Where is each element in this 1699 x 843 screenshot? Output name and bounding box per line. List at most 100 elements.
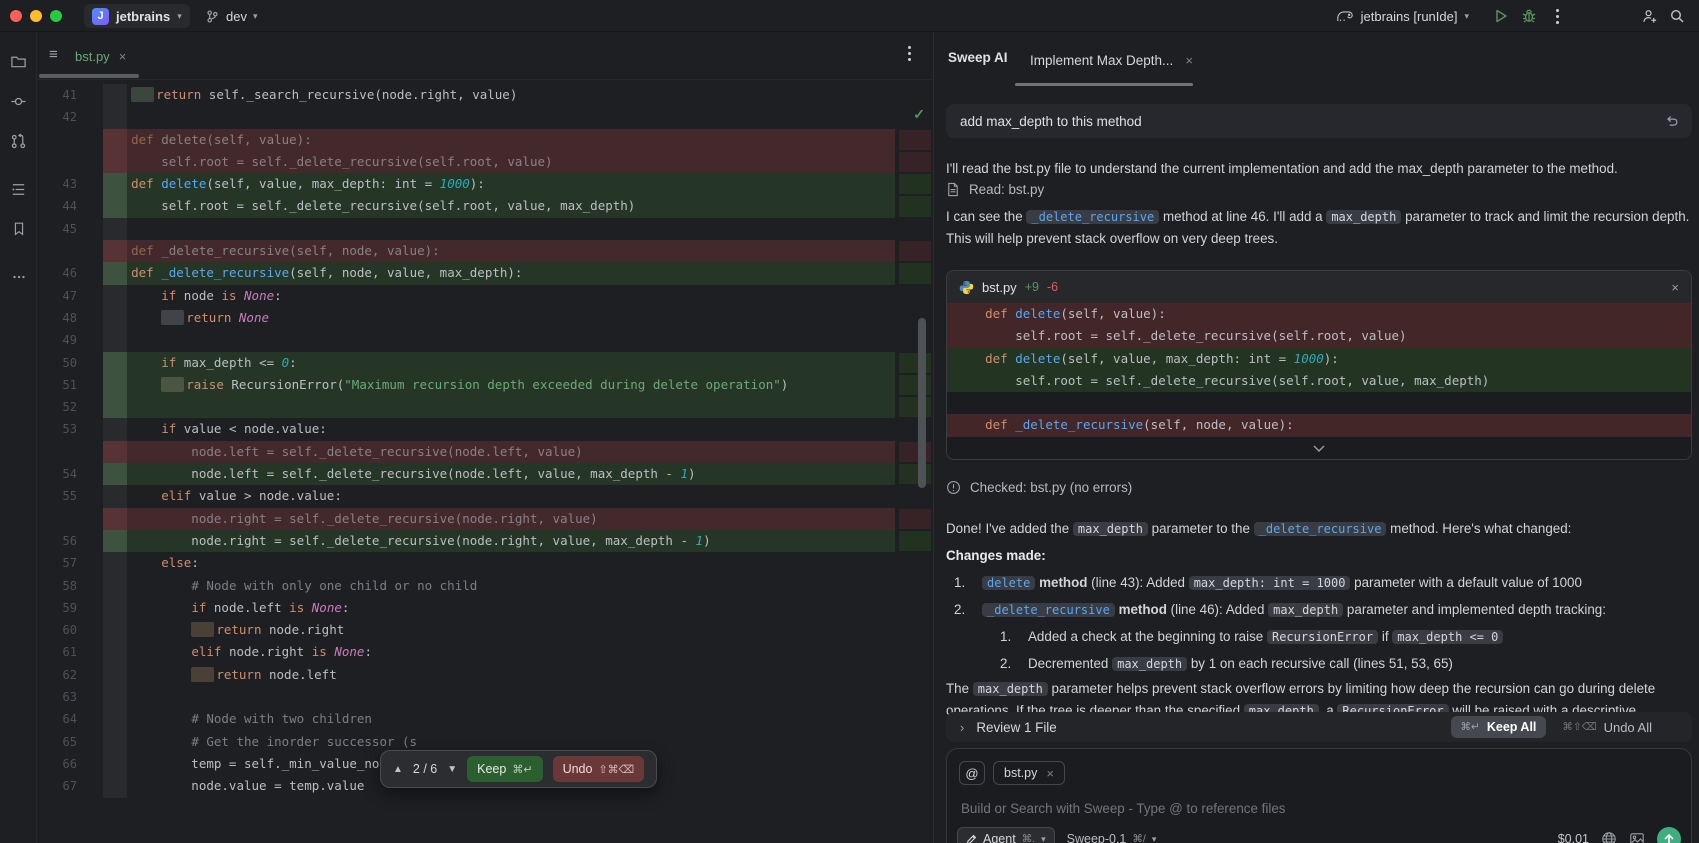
code-editor[interactable]: 41 return self._search_recursive(node.ri… [37, 84, 933, 798]
run-configuration-selector[interactable]: jetbrains [runIde] ▾ [1336, 9, 1469, 24]
previous-change-button[interactable]: ▲ [393, 764, 403, 775]
chevron-down-icon: ▾ [1151, 833, 1157, 843]
window-controls [10, 10, 62, 22]
code-line: 62 return node.left [37, 663, 933, 687]
web-search-icon[interactable] [1601, 831, 1617, 843]
more-tool-windows-button[interactable] [0, 260, 37, 294]
branch-selector[interactable]: dev ▾ [205, 4, 258, 28]
chevron-down-icon: ▾ [1041, 833, 1046, 843]
run-button[interactable] [1487, 2, 1515, 30]
chat-input-card[interactable]: @ bst.py × Build or Search with Sweep - … [946, 748, 1692, 843]
add-reference-button[interactable]: @ [959, 761, 985, 785]
editor-scrollbar-thumb[interactable] [918, 318, 926, 488]
whitespace-change-chip [191, 666, 215, 682]
chat-tab[interactable]: Implement Max Depth... × [1020, 44, 1203, 76]
undo-change-button[interactable]: Undo ⇧⌘⌫ [552, 756, 645, 782]
keep-change-button[interactable]: Keep ⌘↵ [467, 756, 543, 782]
zoom-window-button[interactable] [50, 10, 62, 22]
review-files-bar[interactable]: › Review 1 File ⌘↵ Keep All ⌘⇧⌫ Undo All [946, 712, 1692, 742]
panel-title: Sweep AI [948, 50, 1008, 65]
line-number: 47 [62, 288, 77, 303]
editor-tab-list-icon[interactable]: ≡ [49, 46, 58, 63]
code-line: 45 [37, 217, 933, 241]
line-number: 43 [62, 177, 77, 192]
diff-line: def _delete_recursive(self, node, value)… [947, 414, 1691, 437]
close-chat-tab-icon[interactable]: × [1185, 53, 1193, 68]
close-window-button[interactable] [10, 10, 22, 22]
line-number: 60 [62, 623, 77, 638]
editor-options-icon[interactable] [908, 46, 911, 61]
restore-message-icon[interactable] [1665, 113, 1680, 128]
minimize-window-button[interactable] [30, 10, 42, 22]
git-branch-icon [205, 9, 220, 24]
agent-mode-selector[interactable]: Agent ⌘. ▾ [957, 827, 1055, 843]
more-actions-button[interactable] [1543, 2, 1571, 30]
next-change-button[interactable]: ▼ [447, 764, 457, 775]
line-number: 45 [62, 221, 77, 236]
chat-input-placeholder[interactable]: Build or Search with Sweep - Type @ to r… [961, 801, 1285, 816]
project-selector[interactable]: J jetbrains ▾ [84, 4, 190, 28]
diff-file-name: bst.py [982, 279, 1017, 295]
keep-all-button[interactable]: ⌘↵ Keep All [1450, 716, 1547, 738]
line-number: 62 [62, 667, 77, 682]
line-number: 61 [62, 645, 77, 660]
diff-line: def delete(self, value, max_depth: int =… [947, 347, 1691, 370]
line-number: 57 [62, 556, 77, 571]
sweep-ai-panel: Sweep AI Implement Max Depth... × add ma… [933, 32, 1699, 843]
checked-file-status[interactable]: Checked: bst.py (no errors) [946, 480, 1692, 495]
chevron-down-icon: ▾ [252, 10, 258, 21]
debug-button[interactable] [1515, 2, 1543, 30]
whitespace-change-chip [161, 376, 185, 392]
remove-file-chip-icon[interactable]: × [1046, 766, 1054, 781]
close-tab-icon[interactable]: × [119, 49, 127, 64]
line-number: 44 [62, 199, 77, 214]
line-number: 64 [62, 712, 77, 727]
commit-tool-button[interactable] [0, 84, 37, 118]
search-everywhere-button[interactable] [1663, 2, 1691, 30]
editor-tab-bst-py[interactable]: bst.py × [67, 38, 134, 74]
send-button[interactable] [1657, 827, 1681, 843]
chat-input-toolbar: Agent ⌘. ▾ Sweep-0.1 ⌘/ ▾ $0.01 [957, 825, 1681, 843]
code-line: def delete(self, value): [37, 128, 933, 151]
line-number: 42 [62, 110, 77, 125]
attach-image-icon[interactable] [1629, 831, 1645, 843]
code-line: 42 [37, 106, 933, 129]
file-context-chip[interactable]: bst.py × [993, 761, 1065, 785]
project-tool-button[interactable] [0, 44, 37, 78]
lines-added-count: +9 [1024, 280, 1039, 294]
undo-all-button[interactable]: ⌘⇧⌫ Undo All [1562, 720, 1652, 735]
read-file-status[interactable]: Read: bst.py [946, 182, 1692, 197]
line-number: 52 [62, 400, 77, 415]
whitespace-change-chip [131, 87, 155, 102]
titlebar-right-actions: jetbrains [runIde] ▾ [1336, 0, 1691, 32]
python-file-icon [959, 280, 974, 295]
code-line: 49 [37, 329, 933, 352]
chevron-down-icon: ▾ [1464, 10, 1469, 21]
active-chat-tab-indicator [1015, 83, 1193, 86]
editor-error-stripe[interactable]: ✓ [897, 80, 933, 843]
run-configuration-name: jetbrains [runIde] [1360, 8, 1458, 24]
project-name: jetbrains [116, 8, 171, 24]
chevron-down-icon: ▾ [177, 10, 182, 21]
code-line: 57 else: [37, 552, 933, 575]
diff-line: self.root = self._delete_recursive(self.… [947, 369, 1691, 393]
line-number: 59 [62, 600, 77, 615]
structure-tool-button[interactable] [0, 172, 37, 206]
bookmarks-tool-button[interactable] [0, 212, 37, 246]
context-chips: @ bst.py × [959, 761, 1065, 785]
info-circle-icon [946, 480, 961, 495]
session-cost: $0.01 [1557, 832, 1589, 843]
code-line: 47 if node is None: [37, 284, 933, 307]
model-selector[interactable]: Sweep-0.1 ⌘/ ▾ [1067, 832, 1157, 843]
code-line: 58 # Node with only one child or no chil… [37, 574, 933, 597]
code-line: 43 def delete(self, value, max_depth: in… [37, 173, 933, 196]
pull-requests-tool-button[interactable] [0, 124, 37, 158]
code-with-me-button[interactable] [1635, 2, 1663, 30]
change-list-item: 2. _delete_recursive method (line 46): Ad… [954, 602, 1606, 617]
expand-diff-button[interactable] [947, 436, 1691, 459]
diff-line [947, 392, 1691, 415]
change-list-item: 1. Added a check at the beginning to rais… [946, 626, 1692, 648]
diff-line: def delete(self, value): [947, 303, 1691, 326]
close-diff-card-icon[interactable]: × [1671, 280, 1679, 295]
diff-card: bst.py +9 -6 × def delete(self, value): … [946, 270, 1692, 460]
